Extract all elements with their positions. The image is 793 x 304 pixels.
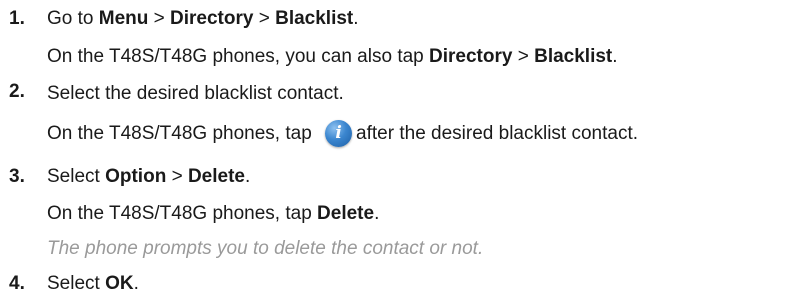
step-1-number: 1.: [9, 8, 25, 29]
step-2-number: 2.: [9, 81, 25, 102]
info-icon: i: [325, 120, 353, 147]
step-3-note: The phone prompts you to delete the cont…: [47, 238, 484, 259]
directory-label: Directory: [170, 8, 254, 29]
option-label: Option: [105, 166, 167, 187]
step-2-alternative: On the T48S/T48G phones, tap i after the …: [47, 120, 638, 147]
ok-label: OK: [105, 273, 134, 294]
step-3-alternative: On the T48S/T48G phones, tap Delete.: [47, 203, 380, 224]
menu-label: Menu: [98, 8, 149, 29]
blacklist-label: Blacklist: [275, 8, 354, 29]
delete-label: Delete: [187, 166, 245, 187]
step-3-number: 3.: [9, 166, 25, 187]
step-4-number: 4.: [9, 273, 25, 294]
step-2-instruction: Select the desired blacklist contact.: [47, 83, 344, 104]
step-1-instruction: Go to Menu > Directory > Blacklist.: [47, 8, 359, 29]
step-1-alternative: On the T48S/T48G phones, you can also ta…: [47, 46, 618, 67]
step-4-instruction: Select OK.: [47, 273, 139, 294]
step-3-instruction: Select Option > Delete.: [47, 166, 251, 187]
